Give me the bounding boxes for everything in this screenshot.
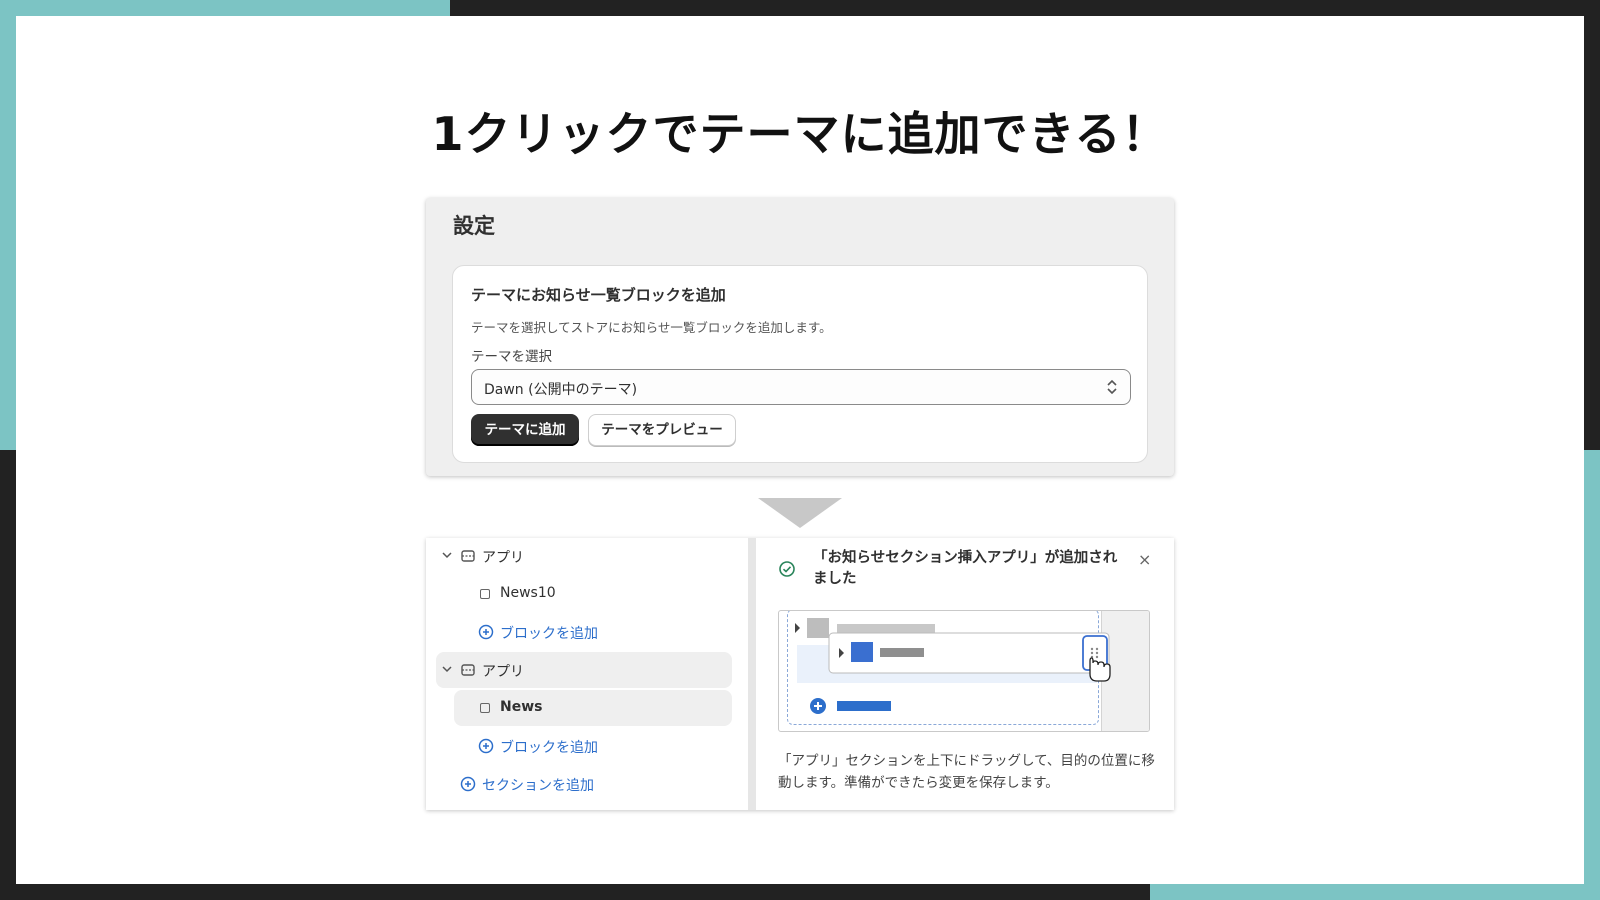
theme-select-label: テーマを選択 [471,349,552,365]
slide: 1クリックでテーマに追加できる！ 設定 テーマにお知らせ一覧ブロックを追加 テー… [16,16,1584,884]
placeholder-bar [837,624,935,633]
toast-message: 「お知らせセクション挿入アプリ」が追加されました [813,550,1118,587]
block-icon [480,703,490,713]
illustration-graphic [795,618,1111,714]
chevron-down-icon [442,666,452,673]
preview-theme-button[interactable]: テーマをプレビュー [588,414,736,446]
placeholder-square [807,618,829,638]
card-description: テーマを選択してストアにお知らせ一覧ブロックを追加します。 [471,320,832,335]
panel-divider [748,538,756,810]
theme-editor-panel: アプリ News10 ブロックを追加 アプリ News ブロックを追加 セクショ… [426,538,1174,810]
tree-block-label: News10 [500,585,556,601]
instruction-caption: 「アプリ」セクションを上下にドラッグして、目的の位置に移動します。準備ができたら… [778,753,1155,791]
plus-circle-icon [460,776,476,792]
add-block-link: ブロックを追加 [500,740,598,756]
theme-select[interactable]: Dawn (公開中のテーマ) [471,369,1131,405]
tree-add-section[interactable]: セクションを追加 [436,766,732,802]
app-icon [461,664,475,676]
app-icon [461,550,475,562]
add-block-link: ブロックを追加 [500,626,598,642]
tree-block-label: News [500,699,543,715]
check-circle-icon [779,561,795,577]
updown-chevron-icon [1107,379,1117,395]
tree-block-news10[interactable]: News10 [454,576,732,612]
tree-section-app-2[interactable]: アプリ [436,652,732,688]
close-icon[interactable]: × [1138,550,1151,569]
placeholder-bar [880,648,924,657]
tree-section-label: アプリ [482,664,524,680]
theme-select-value: Dawn (公開中のテーマ) [484,382,638,398]
add-section-link: セクションを追加 [482,778,594,794]
notification-pane: 「お知らせセクション挿入アプリ」が追加されました × 「アプリ」セクションを上下… [756,538,1174,810]
block-icon [480,589,490,599]
down-arrow-icon [758,498,842,528]
add-to-theme-button[interactable]: テーマに追加 [471,414,579,446]
section-tree: アプリ News10 ブロックを追加 アプリ News ブロックを追加 セクショ… [426,538,748,810]
drag-illustration [778,610,1150,732]
slide-title: 1クリックでテーマに追加できる！ [431,107,1169,161]
plus-circle-icon [478,738,494,754]
chevron-down-icon [442,552,452,559]
tree-block-news[interactable]: News [454,690,732,726]
settings-heading: 設定 [453,214,495,238]
blue-square [851,642,873,662]
tree-section-app-1[interactable]: アプリ [436,538,732,574]
add-block-card: テーマにお知らせ一覧ブロックを追加 テーマを選択してストアにお知らせ一覧ブロック… [452,265,1148,463]
tree-section-label: アプリ [482,550,524,566]
caret-right-icon [795,623,800,633]
plus-circle-icon [478,624,494,640]
tree-add-block-1[interactable]: ブロックを追加 [454,614,732,650]
settings-panel: 設定 テーマにお知らせ一覧ブロックを追加 テーマを選択してストアにお知らせ一覧ブ… [426,198,1174,476]
tree-add-block-2[interactable]: ブロックを追加 [454,728,732,764]
card-title: テーマにお知らせ一覧ブロックを追加 [471,286,726,304]
placeholder-link-bar [837,701,891,711]
